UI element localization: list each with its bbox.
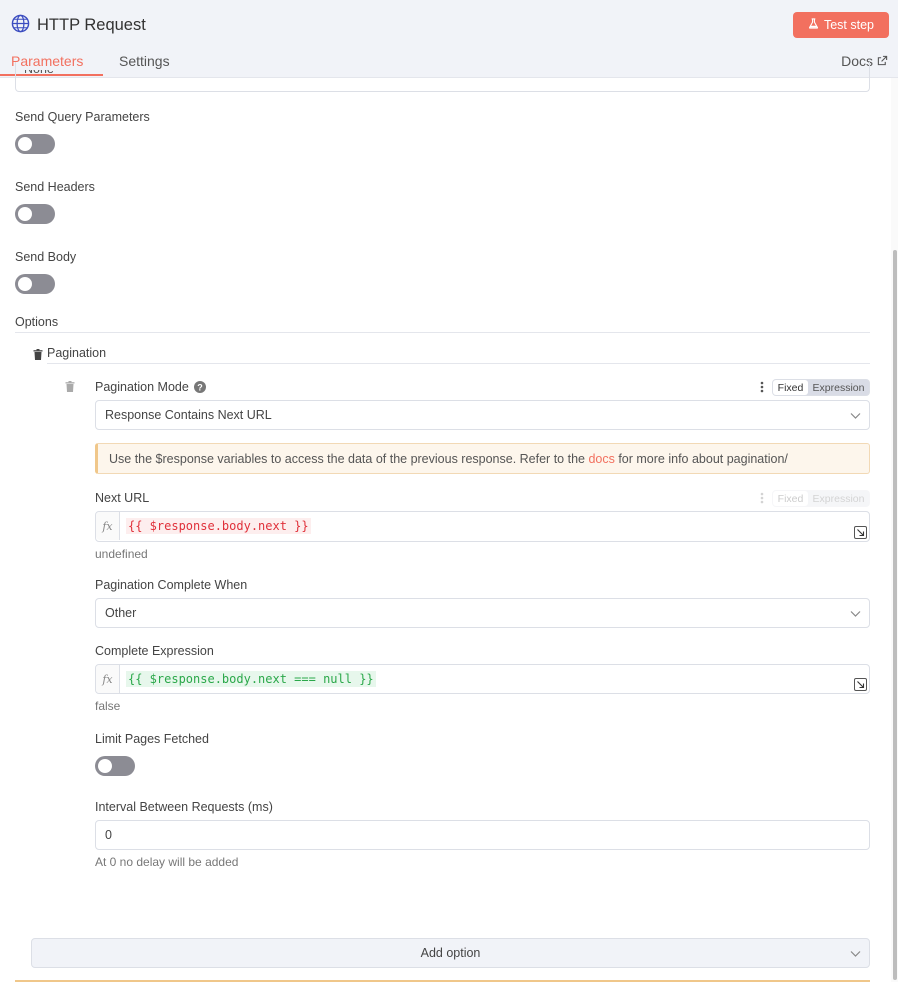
pagination-divider xyxy=(47,363,870,364)
next-url-label: Next URL xyxy=(95,491,150,505)
test-step-label: Test step xyxy=(823,18,875,32)
complete-when-select[interactable]: Other xyxy=(95,598,870,628)
expression-option[interactable]: Expression xyxy=(808,380,869,395)
fixed-expression-toggle[interactable]: Fixed Expression xyxy=(772,379,870,396)
node-title-row: HTTP Request xyxy=(11,14,146,36)
send-query-toggle[interactable] xyxy=(15,134,55,154)
send-query-label: Send Query Parameters xyxy=(15,110,150,124)
docs-inline-link[interactable]: docs xyxy=(588,452,614,466)
more-options-icon[interactable] xyxy=(759,492,765,504)
next-url-result: undefined xyxy=(95,547,148,561)
next-url-expression: {{ $response.body.next }} xyxy=(126,518,311,534)
complete-when-label: Pagination Complete When xyxy=(95,578,248,592)
interval-label: Interval Between Requests (ms) xyxy=(95,800,273,814)
pagination-label: Pagination xyxy=(47,346,107,360)
fixed-option[interactable]: Fixed xyxy=(773,380,808,395)
delete-option-icon[interactable] xyxy=(65,381,75,395)
send-body-toggle[interactable] xyxy=(15,274,55,294)
fx-icon: fx xyxy=(96,512,120,540)
expand-icon[interactable] xyxy=(854,526,867,539)
pagination-mode-select[interactable]: Response Contains Next URL xyxy=(95,400,870,430)
interval-value: 0 xyxy=(105,828,112,842)
chevron-down-icon xyxy=(850,410,861,421)
external-link-icon xyxy=(877,53,888,69)
fx-icon: fx xyxy=(96,665,120,693)
complete-expression-result: false xyxy=(95,699,121,713)
send-body-label: Send Body xyxy=(15,250,77,264)
next-url-expression-input[interactable]: fx {{ $response.body.next }} xyxy=(95,511,870,542)
options-divider xyxy=(15,332,870,333)
globe-icon xyxy=(11,14,30,36)
expression-option[interactable]: Expression xyxy=(808,491,869,506)
pagination-notice: Use the $response variables to access th… xyxy=(95,443,870,474)
add-option-label: Add option xyxy=(420,946,481,960)
svg-text:?: ? xyxy=(197,382,203,392)
node-title: HTTP Request xyxy=(37,15,146,34)
flask-icon xyxy=(808,18,819,32)
pagination-mode-value: Response Contains Next URL xyxy=(105,408,272,422)
complete-expression-input[interactable]: fx {{ $response.body.next === null }} xyxy=(95,664,870,694)
options-label: Options xyxy=(15,315,59,329)
chevron-down-icon xyxy=(850,948,861,959)
trash-icon[interactable] xyxy=(33,349,43,363)
scrollbar-thumb[interactable] xyxy=(893,250,897,980)
interval-input[interactable]: 0 xyxy=(95,820,870,850)
authentication-select[interactable] xyxy=(15,62,870,92)
fixed-option[interactable]: Fixed xyxy=(773,491,808,506)
test-step-button[interactable]: Test step xyxy=(793,12,889,38)
fixed-expression-toggle[interactable]: Fixed Expression xyxy=(772,490,870,507)
expand-icon[interactable] xyxy=(854,678,867,691)
complete-expression-label: Complete Expression xyxy=(95,644,214,658)
complete-expression: {{ $response.body.next === null }} xyxy=(126,671,376,687)
interval-hint: At 0 no delay will be added xyxy=(95,855,239,869)
add-option-button[interactable]: Add option xyxy=(31,938,870,968)
limit-pages-toggle[interactable] xyxy=(95,756,135,776)
complete-when-value: Other xyxy=(105,606,137,620)
send-headers-label: Send Headers xyxy=(15,180,95,194)
help-icon[interactable]: ? xyxy=(194,381,206,396)
chevron-down-icon xyxy=(850,608,861,619)
notice-text: Use the $response variables to access th… xyxy=(109,452,788,466)
pagination-mode-label: Pagination Mode xyxy=(95,380,189,394)
send-headers-toggle[interactable] xyxy=(15,204,55,224)
more-options-icon[interactable] xyxy=(759,381,765,393)
limit-pages-label: Limit Pages Fetched xyxy=(95,732,209,746)
